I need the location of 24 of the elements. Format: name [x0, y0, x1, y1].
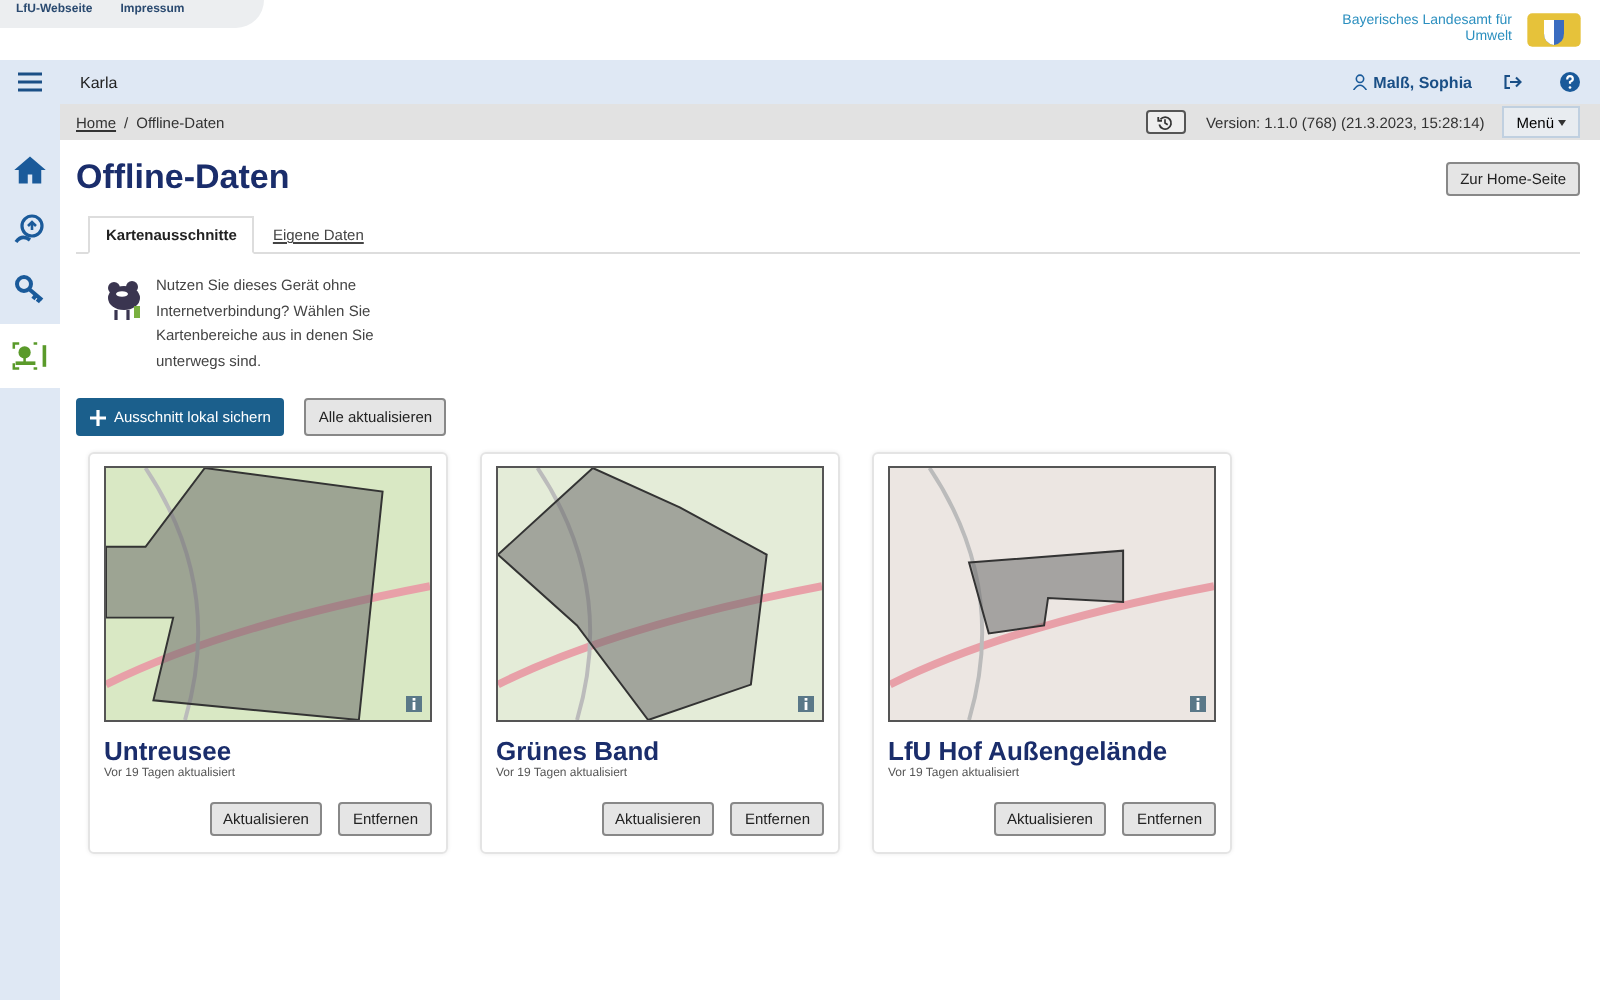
area-title: Untreusee — [104, 736, 234, 766]
area-title: LfU Hof Außengelände — [888, 736, 1170, 766]
map-area-icon — [12, 340, 48, 372]
area-title: Grünes Band — [496, 736, 662, 766]
user-link[interactable]: Malß, Sophia — [1351, 73, 1472, 91]
coat-of-arms-icon — [1524, 8, 1584, 52]
plus-icon — [90, 409, 106, 425]
history-button[interactable] — [1145, 110, 1186, 134]
info-icon[interactable] — [798, 696, 814, 712]
caret-icon — [1558, 119, 1566, 125]
sidebar-map-item[interactable] — [0, 324, 60, 388]
sheep-mascot-icon — [104, 278, 144, 326]
key-icon — [12, 274, 48, 306]
location-upload-icon — [12, 214, 48, 246]
info-icon[interactable] — [406, 696, 422, 712]
help-icon[interactable] — [1560, 72, 1580, 92]
menu-icon[interactable] — [18, 72, 42, 92]
info-icon[interactable] — [1190, 696, 1206, 712]
app-name: Karla — [80, 73, 118, 91]
history-icon — [1156, 113, 1175, 131]
page-title: Offline-Daten — [76, 158, 290, 198]
home-icon — [12, 154, 48, 186]
logout-icon[interactable] — [1504, 74, 1522, 90]
user-icon — [1351, 74, 1368, 90]
